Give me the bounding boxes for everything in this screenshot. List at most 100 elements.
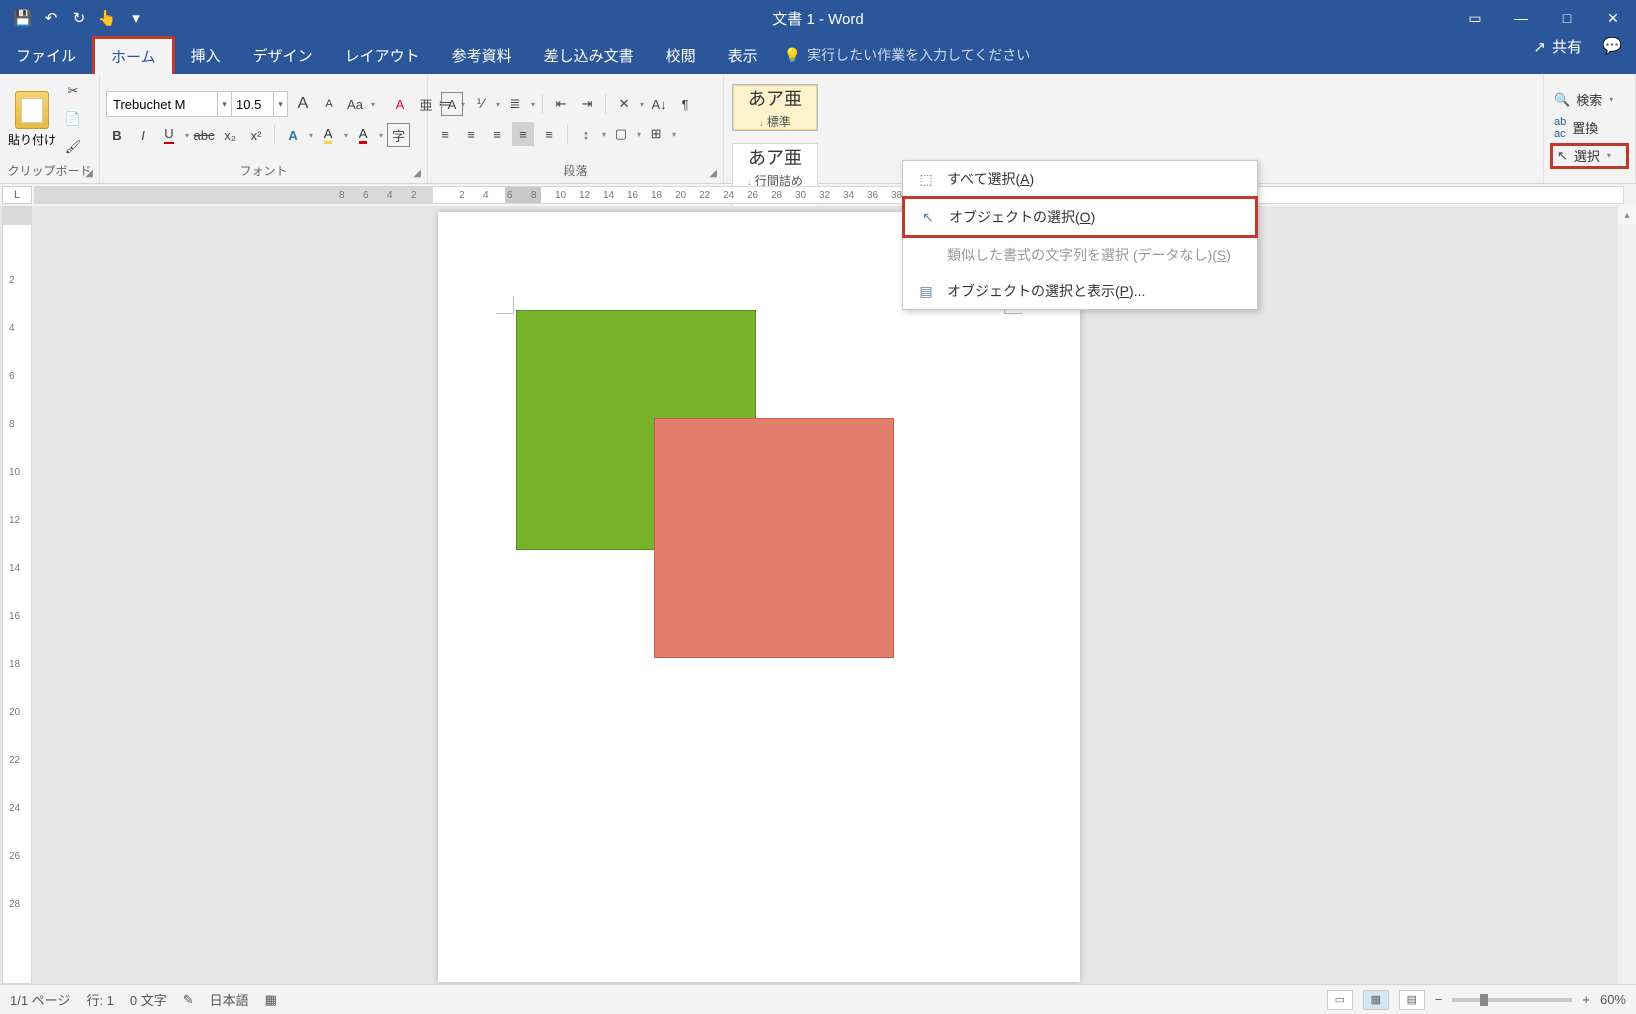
- subscript-button[interactable]: x₂: [219, 123, 241, 147]
- justify-button[interactable]: ≡: [512, 122, 534, 146]
- style-preview: あア亜: [748, 85, 802, 111]
- font-color-button[interactable]: A: [352, 123, 374, 147]
- format-painter-button[interactable]: 🖌: [62, 135, 84, 159]
- grow-font-button[interactable]: A: [292, 92, 314, 116]
- red-rectangle-shape[interactable]: [654, 418, 894, 658]
- clear-format-button[interactable]: A: [389, 92, 411, 116]
- editing-group-label: [1550, 177, 1629, 181]
- change-case-button[interactable]: Aa: [344, 92, 366, 116]
- tab-home[interactable]: ホーム: [92, 36, 175, 74]
- replace-button[interactable]: abac 置換: [1550, 115, 1629, 141]
- align-right-button[interactable]: ≡: [486, 122, 508, 146]
- tab-references[interactable]: 参考資料: [436, 36, 528, 74]
- font-name[interactable]: Trebuchet M: [107, 92, 217, 116]
- web-layout-button[interactable]: ▤: [1399, 990, 1425, 1010]
- tab-layout[interactable]: レイアウト: [329, 36, 436, 74]
- style-preview: あア亜: [748, 144, 802, 170]
- redo-icon[interactable]: ↻: [70, 9, 88, 27]
- tab-selector[interactable]: L: [2, 186, 32, 204]
- document-canvas[interactable]: [34, 206, 1636, 984]
- zoom-out-button[interactable]: −: [1435, 992, 1443, 1007]
- undo-icon[interactable]: ↶: [42, 9, 60, 27]
- highlight-button[interactable]: A: [317, 123, 339, 147]
- group-editing: 🔍 検索 ▾ abac 置換 ↖ 選択 ▾: [1544, 74, 1636, 183]
- enclose-char-button[interactable]: 字: [387, 123, 410, 147]
- cursor-icon: ↖: [919, 209, 937, 226]
- menu-select-all[interactable]: ⬚ すべて選択(A): [903, 161, 1257, 197]
- minimize-button[interactable]: —: [1498, 0, 1544, 36]
- italic-button[interactable]: I: [132, 123, 154, 147]
- menu-select-similar[interactable]: 類似した書式の文字列を選択 (データなし)(S): [903, 237, 1257, 273]
- select-button[interactable]: ↖ 選択 ▾: [1550, 143, 1629, 169]
- multilevel-button[interactable]: ≣: [504, 92, 526, 116]
- language[interactable]: 日本語: [210, 990, 249, 1009]
- strike-button[interactable]: abc: [193, 123, 215, 147]
- zoom-slider[interactable]: [1452, 998, 1572, 1002]
- share-button[interactable]: ↗ 共有: [1533, 36, 1582, 57]
- clipboard-dialog-icon[interactable]: ◢: [85, 168, 93, 179]
- paragraph-dialog-icon[interactable]: ◢: [709, 168, 717, 179]
- vertical-ruler[interactable]: 246810121416182022242628: [2, 206, 32, 984]
- read-mode-button[interactable]: ▭: [1327, 990, 1353, 1010]
- menu-selection-pane[interactable]: ▤ オブジェクトの選択と表示(P)...: [903, 273, 1257, 309]
- zoom-level[interactable]: 60%: [1600, 992, 1626, 1007]
- font-dialog-icon[interactable]: ◢: [413, 168, 421, 179]
- bold-button[interactable]: B: [106, 123, 128, 147]
- ribbon-options-button[interactable]: ▭: [1452, 0, 1498, 36]
- align-center-button[interactable]: ≡: [460, 122, 482, 146]
- font-name-dropdown-icon[interactable]: ▾: [217, 92, 231, 116]
- cut-button[interactable]: ✂: [62, 79, 84, 103]
- text-direction-button[interactable]: ✕: [613, 92, 635, 116]
- tab-design[interactable]: デザイン: [237, 36, 329, 74]
- style-normal[interactable]: あア亜 ↓ 標準: [732, 84, 818, 131]
- align-left-button[interactable]: ≡: [434, 122, 456, 146]
- qat-more-icon[interactable]: ▾: [127, 9, 145, 27]
- shading-button[interactable]: ▢: [610, 122, 632, 146]
- word-count[interactable]: 0 文字: [130, 990, 167, 1009]
- text-effects-button[interactable]: A: [282, 123, 304, 147]
- macro-icon[interactable]: ▦: [265, 992, 277, 1008]
- scroll-up-button[interactable]: ▴: [1618, 206, 1636, 224]
- touch-mode-icon[interactable]: 👆: [98, 9, 116, 27]
- print-layout-button[interactable]: ▦: [1363, 990, 1389, 1010]
- find-button[interactable]: 🔍 検索 ▾: [1550, 87, 1629, 113]
- borders-button[interactable]: ⊞: [645, 122, 667, 146]
- show-marks-button[interactable]: ¶: [674, 92, 696, 116]
- close-button[interactable]: ✕: [1590, 0, 1636, 36]
- numbering-button[interactable]: ⅟: [469, 92, 491, 116]
- tab-insert[interactable]: 挿入: [175, 36, 237, 74]
- sort-button[interactable]: A↓: [648, 92, 670, 116]
- decrease-indent-button[interactable]: ⇤: [550, 92, 572, 116]
- copy-button[interactable]: 📄: [62, 107, 84, 131]
- tab-view[interactable]: 表示: [712, 36, 774, 74]
- proofing-icon[interactable]: ✎: [183, 992, 194, 1008]
- underline-button[interactable]: U: [158, 123, 180, 147]
- maximize-button[interactable]: □: [1544, 0, 1590, 36]
- comments-button[interactable]: 💬: [1602, 36, 1622, 56]
- horizontal-ruler[interactable]: 86422468101214161820222426283032343638: [34, 186, 1624, 204]
- tell-me[interactable]: 💡 実行したい作業を入力してください: [774, 36, 1031, 74]
- menu-select-objects[interactable]: ↖ オブジェクトの選択(O): [902, 196, 1258, 238]
- tab-review[interactable]: 校閲: [650, 36, 712, 74]
- group-paragraph: ≔▾ ⅟▾ ≣▾ ⇤ ⇥ ✕▾ A↓ ¶ ≡ ≡ ≡ ≡ ≡ ↕▾ ▢▾ ⊞▾: [428, 74, 724, 183]
- tab-file[interactable]: ファイル: [0, 36, 92, 74]
- increase-indent-button[interactable]: ⇥: [576, 92, 598, 116]
- vertical-scrollbar[interactable]: ▴: [1618, 206, 1636, 984]
- line-spacing-button[interactable]: ↕: [575, 122, 597, 146]
- page-count[interactable]: 1/1 ページ: [10, 990, 70, 1009]
- superscript-button[interactable]: x²: [245, 123, 267, 147]
- distribute-button[interactable]: ≡: [538, 122, 560, 146]
- font-size-dropdown-icon[interactable]: ▾: [273, 92, 287, 116]
- bullets-button[interactable]: ≔: [434, 92, 456, 116]
- shrink-font-button[interactable]: A: [318, 92, 340, 116]
- line-number[interactable]: 行: 1: [86, 990, 113, 1009]
- find-label: 検索: [1576, 90, 1602, 109]
- tab-mailings[interactable]: 差し込み文書: [528, 36, 650, 74]
- paste-button[interactable]: 貼り付け: [6, 86, 58, 152]
- font-name-box[interactable]: Trebuchet M ▾ 10.5 ▾: [106, 91, 288, 117]
- font-size[interactable]: 10.5: [231, 92, 273, 116]
- style-no-spacing[interactable]: あア亜 ↓ 行間詰め: [732, 143, 818, 190]
- ruler-area: L 86422468101214161820222426283032343638: [0, 184, 1636, 206]
- zoom-in-button[interactable]: +: [1582, 992, 1590, 1007]
- save-icon[interactable]: 💾: [14, 9, 32, 27]
